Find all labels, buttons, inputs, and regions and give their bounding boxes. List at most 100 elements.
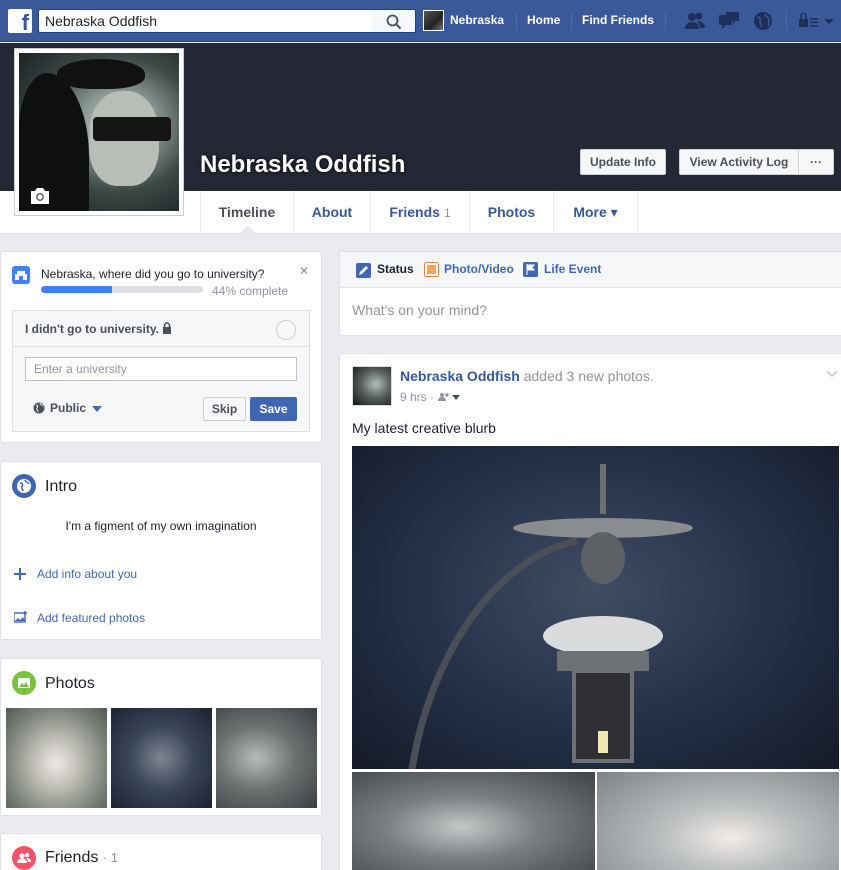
post-text: My latest creative blurb [352,420,496,436]
search-icon [386,14,402,30]
tab-about[interactable]: About [294,191,371,234]
composer-tab-life-event[interactable]: Life Event [544,262,601,276]
didnt-go-option[interactable]: I didn't go to university. [13,311,309,347]
active-tab-indicator [240,226,256,234]
composer-input[interactable]: What's on your mind? [352,302,487,318]
photo-thumbnail[interactable] [6,708,107,808]
university-prompt-card: Nebraska, where did you go to university… [0,251,322,443]
add-info-link[interactable]: Add info about you [37,567,137,581]
notifications-globe-icon[interactable] [752,11,774,31]
save-button[interactable]: Save [250,397,297,421]
top-navigation-bar: f Nebraska Home Find Friends [0,0,841,42]
nav-find-friends-link[interactable]: Find Friends [582,13,654,27]
nav-divider [516,11,517,31]
nav-divider [786,11,787,31]
friends-card: Friends · 1 [0,833,322,870]
camera-icon[interactable] [29,187,51,205]
friends-title-count: · 1 [102,850,118,865]
profile-name: Nebraska Oddfish [200,151,406,178]
pencil-icon [356,263,371,278]
photos-title[interactable]: Photos [45,675,95,693]
profile-image-goggles [93,117,171,141]
tab-label: More ▾ [573,204,618,220]
profile-picture[interactable] [14,48,184,216]
search-input[interactable] [38,9,372,33]
photos-card: Photos [0,658,322,816]
facebook-logo-icon[interactable]: f [8,9,32,33]
friend-requests-icon[interactable] [684,11,706,31]
tab-label: Friends [389,204,440,220]
post-header: Nebraska Oddfish added 3 new photos. [400,368,654,384]
privacy-shortcuts-icon[interactable] [798,11,820,31]
search-button[interactable] [372,9,416,33]
composer-tabs: Status Photo/Video Life Event [340,252,841,288]
friends-title[interactable]: Friends · 1 [45,849,118,867]
more-options-button[interactable]: ··· [798,149,834,175]
post-action-text: added 3 new photos. [523,368,654,384]
photo-thumbnail[interactable] [111,708,212,808]
progress-fill [41,286,113,293]
post-photo-artwork [408,464,693,769]
school-icon [12,266,30,284]
nav-home-link[interactable]: Home [527,13,560,27]
post-options-chevron-icon[interactable] [826,370,838,378]
globe-icon [33,402,45,414]
post-photo-thumbnail[interactable] [597,772,839,870]
university-input[interactable] [25,357,297,381]
composer-tab-photo-video[interactable]: Photo/Video [444,262,514,276]
tab-photos[interactable]: Photos [470,191,554,234]
plus-icon[interactable] [14,568,26,580]
tab-label: Timeline [218,204,276,220]
photo-video-icon [424,262,439,277]
account-menu-chevron-icon[interactable] [822,11,836,31]
progress-bar [41,286,203,293]
tab-friends[interactable]: Friends 1 [371,191,470,234]
timeline-post: Nebraska Oddfish added 3 new photos. 9 h… [339,353,841,870]
progress-text: 44% complete [212,284,289,298]
didnt-go-radio[interactable] [276,320,296,340]
tab-label: Photos [487,204,536,220]
view-activity-log-button[interactable]: View Activity Log [679,149,799,175]
photos-icon [12,671,36,695]
university-question: Nebraska, where did you go to university… [41,267,265,281]
nav-divider [571,11,572,31]
intro-card: Intro I'm a figment of my own imaginatio… [0,461,322,640]
friends-count: 1 [443,206,451,220]
audience-friends-icon[interactable] [438,392,462,402]
profile-image [19,53,179,211]
post-composer: Status Photo/Video Life Event What's on … [339,251,841,336]
nav-divider [665,11,666,31]
add-featured-photos-link[interactable]: Add featured photos [37,611,145,625]
add-photo-icon[interactable] [14,611,28,623]
messages-icon[interactable] [718,11,740,31]
skip-button[interactable]: Skip [203,397,246,421]
update-info-button[interactable]: Update Info [580,149,666,175]
photo-thumbnail[interactable] [216,708,317,808]
nav-avatar[interactable] [423,10,444,31]
tab-label: About [311,204,353,220]
friends-title-label: Friends [45,849,99,866]
university-form: I didn't go to university. Public Skip S… [12,310,310,432]
post-author-avatar[interactable] [352,366,392,406]
lock-icon [163,322,171,334]
close-icon[interactable]: ✕ [299,264,309,278]
didnt-go-label: I didn't go to university. [25,322,159,336]
post-author-link[interactable]: Nebraska Oddfish [400,368,520,384]
intro-title: Intro [45,478,78,495]
intro-bio: I'm a figment of my own imagination [65,519,257,533]
privacy-selector[interactable]: Public [50,401,86,415]
post-meta: 9 hrs · [400,390,434,404]
chevron-down-icon[interactable] [92,406,102,412]
post-meta-separator: · [430,390,435,404]
flag-icon [523,262,538,277]
friends-icon [12,846,36,870]
composer-tab-status[interactable]: Status [377,262,414,276]
post-photo-thumbnail[interactable] [352,772,595,870]
tab-timeline[interactable]: Timeline [200,191,294,234]
intro-globe-icon [12,474,36,498]
profile-image-crown [57,59,145,89]
post-timestamp[interactable]: 9 hrs [400,390,427,404]
nav-profile-link[interactable]: Nebraska [450,13,504,27]
tab-more[interactable]: More ▾ [554,191,638,234]
post-photo-main[interactable] [352,446,839,769]
